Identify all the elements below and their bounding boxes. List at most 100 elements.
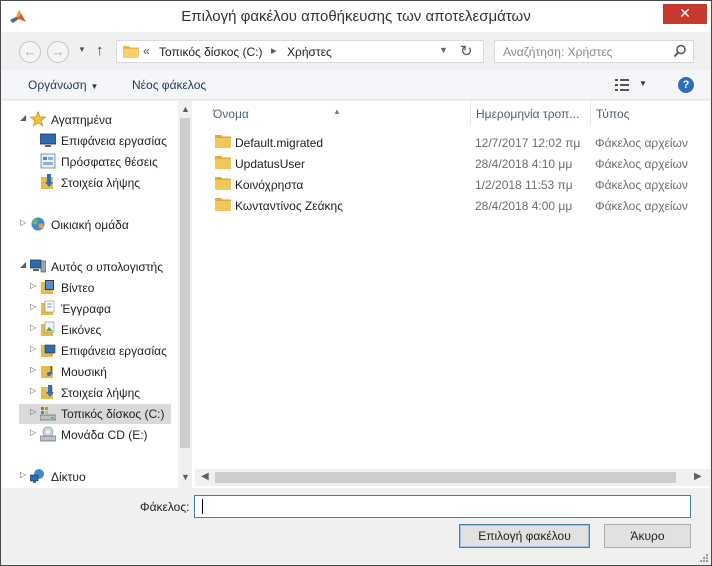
column-header-date[interactable]: Ημερομηνία τροπ... [470, 101, 590, 125]
breadcrumb-separator-icon[interactable]: ▸ [271, 44, 277, 57]
back-button[interactable]: ← [19, 41, 41, 63]
text-cursor [202, 499, 203, 514]
breadcrumb-local-disk[interactable]: Τοπικός δίσκος (C:) [159, 45, 263, 59]
nav-item-label: Δίκτυο [51, 470, 86, 484]
expand-arrow-icon[interactable]: ▷ [30, 386, 40, 395]
nav-item-label: Μουσική [61, 365, 107, 379]
folder-picker-dialog: Επιλογή φακέλου αποθήκευσης των αποτελεσ… [0, 0, 712, 566]
expand-arrow-icon[interactable]: ▷ [20, 470, 30, 479]
view-options-icon[interactable] [615, 79, 629, 91]
up-button[interactable]: ↑ [96, 42, 104, 59]
nav-item-label: Στοιχεία λήψης [61, 176, 141, 190]
cancel-button[interactable]: Άκυρο [604, 524, 691, 548]
expand-arrow-icon[interactable]: ▷ [20, 218, 30, 227]
file-list-horizontal-scrollbar[interactable]: ◀ ▶ [195, 469, 710, 486]
title-bar[interactable]: Επιλογή φακέλου αποθήκευσης των αποτελεσ… [1, 1, 711, 32]
nav-item-label: Αγαπημένα [51, 113, 112, 127]
file-name: UpdatusUser [235, 157, 306, 171]
expand-arrow-icon[interactable]: ▷ [30, 302, 40, 311]
scroll-up-icon[interactable]: ▲ [181, 104, 190, 114]
scroll-down-icon[interactable]: ▼ [181, 472, 190, 482]
help-icon[interactable]: ? [678, 77, 694, 93]
star-icon [30, 111, 46, 127]
scroll-right-icon[interactable]: ▶ [694, 471, 702, 482]
column-header-label: Όνομα [213, 107, 249, 121]
scrollbar-thumb[interactable] [180, 118, 190, 448]
search-input[interactable]: Αναζήτηση: Χρήστες [503, 45, 612, 59]
column-header-label: Ημερομηνία τροπ... [476, 107, 580, 121]
folder-field-label: Φάκελος: [140, 500, 190, 514]
organize-menu[interactable]: Οργάνωση ▼ [28, 78, 98, 92]
desktop-icon [40, 133, 56, 147]
documents-icon [41, 300, 55, 315]
file-date: 12/7/2017 12:02 πμ [475, 136, 581, 150]
collapse-arrow-icon[interactable]: ◢ [20, 260, 30, 269]
local-disk-icon [40, 407, 56, 421]
nav-item-label: Εικόνες [61, 323, 102, 337]
file-type: Φάκελος αρχείων [595, 136, 688, 150]
select-folder-button[interactable]: Επιλογή φακέλου [459, 524, 590, 548]
resize-grip-icon[interactable] [698, 552, 708, 562]
sort-ascending-icon: ▲ [333, 107, 341, 116]
scroll-left-icon[interactable]: ◀ [201, 471, 209, 482]
expand-arrow-icon[interactable]: ▷ [30, 407, 40, 416]
nav-item-label: Οικιακή ομάδα [51, 218, 129, 232]
homegroup-icon [31, 217, 45, 231]
refresh-icon[interactable]: ↻ [460, 42, 473, 60]
file-name: Κωνταντίνος Ζεάκης [235, 199, 344, 213]
chevron-down-icon: ▼ [90, 82, 99, 91]
pictures-icon [41, 321, 55, 336]
close-button[interactable]: ✕ [663, 4, 707, 24]
address-dropdown-icon[interactable]: ▼ [439, 45, 448, 55]
breadcrumb-users[interactable]: Χρήστες [287, 45, 332, 59]
overflow-chevron[interactable]: « [143, 44, 150, 58]
file-type: Φάκελος αρχείων [595, 178, 688, 192]
file-name: Default.migrated [235, 136, 324, 150]
view-dropdown-icon[interactable]: ▼ [639, 79, 647, 88]
address-row: ← → ▼ ↑ « Τοπικός δίσκος (C:) ▸ Χρήστες … [1, 32, 711, 70]
file-date: 28/4/2018 4:00 μμ [475, 199, 573, 213]
scrollbar-thumb[interactable] [215, 472, 676, 483]
content-area: ◢ Αγαπημένα Επιφάνεια εργασίας Πρόσφατες… [2, 101, 710, 488]
file-type: Φάκελος αρχείων [595, 199, 688, 213]
file-type: Φάκελος αρχείων [595, 157, 688, 171]
nav-item-label: Μονάδα CD (E:) [61, 428, 148, 442]
recent-locations-dropdown[interactable]: ▼ [78, 45, 86, 54]
expand-arrow-icon[interactable]: ▷ [30, 323, 40, 332]
expand-arrow-icon[interactable]: ▷ [30, 365, 40, 374]
navigation-pane[interactable]: ◢ Αγαπημένα Επιφάνεια εργασίας Πρόσφατες… [2, 101, 178, 488]
column-header-type[interactable]: Τύπος [590, 101, 710, 125]
network-icon [30, 469, 44, 483]
nav-item-label: Βίντεο [61, 281, 95, 295]
expand-arrow-icon[interactable]: ▷ [30, 344, 40, 353]
music-icon [41, 366, 53, 378]
search-icon[interactable] [673, 44, 687, 58]
nav-item-label: Στοιχεία λήψης [61, 386, 141, 400]
new-folder-button[interactable]: Νέος φάκελος [132, 78, 206, 92]
file-date: 28/4/2018 4:10 μμ [475, 157, 573, 171]
address-bar[interactable]: « Τοπικός δίσκος (C:) ▸ Χρήστες ▼ ↻ [116, 40, 484, 63]
nav-item-label: Πρόσφατες θέσεις [61, 155, 158, 169]
folder-icon [215, 135, 231, 148]
folder-icon [215, 177, 231, 190]
folder-name-input[interactable] [194, 495, 691, 518]
forward-button[interactable]: → [47, 41, 69, 63]
file-list[interactable]: ▲ Όνομα Ημερομηνία τροπ... Τύπος Default… [195, 101, 710, 488]
search-box[interactable]: Αναζήτηση: Χρήστες [494, 40, 694, 63]
computer-icon [30, 259, 46, 273]
collapse-arrow-icon[interactable]: ◢ [20, 113, 30, 122]
expand-arrow-icon[interactable]: ▷ [30, 428, 40, 437]
file-date: 1/2/2018 11:53 πμ [475, 178, 573, 192]
expand-arrow-icon[interactable]: ▷ [30, 281, 40, 290]
table-row[interactable]: UpdatusUser 28/4/2018 4:10 μμ Φάκελος αρ… [195, 153, 710, 174]
table-row[interactable]: Κωνταντίνος Ζεάκης 28/4/2018 4:00 μμ Φάκ… [195, 195, 710, 216]
nav-pane-scrollbar[interactable]: ▲ ▼ [178, 101, 192, 488]
folder-icon [123, 46, 139, 58]
table-row[interactable]: Κοινόχρηστα 1/2/2018 11:53 πμ Φάκελος αρ… [195, 174, 710, 195]
recent-places-icon [40, 153, 56, 169]
downloads-folder-icon [41, 385, 54, 399]
column-header-name[interactable]: ▲ Όνομα [195, 101, 470, 125]
folder-icon [215, 198, 231, 211]
table-row[interactable]: Default.migrated 12/7/2017 12:02 πμ Φάκε… [195, 132, 710, 153]
nav-item-label: Τοπικός δίσκος (C:) [61, 407, 165, 421]
